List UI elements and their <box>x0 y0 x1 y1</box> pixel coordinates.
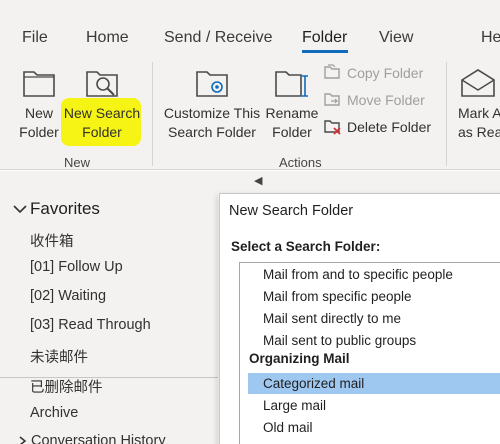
delete-folder-button[interactable]: Delete Folder <box>323 118 431 136</box>
nav-item-inbox[interactable]: 收件箱 <box>30 230 74 251</box>
tab-send-receive[interactable]: Send / Receive <box>164 29 273 47</box>
tab-help[interactable]: He <box>481 29 500 47</box>
list-item[interactable]: Old mail <box>263 420 313 435</box>
tab-view[interactable]: View <box>379 29 413 47</box>
mark-all-as-read-label: Mark A as Rea <box>458 105 500 140</box>
group-label-new: New <box>64 155 91 170</box>
active-tab-indicator <box>302 50 348 53</box>
conversation-history-label: Conversation History <box>31 433 166 444</box>
ribbon-separator <box>446 62 447 166</box>
chevron-down-icon <box>13 205 27 214</box>
chevron-left-icon[interactable]: ◀ <box>254 174 262 187</box>
copy-folder-button[interactable]: Copy Folder <box>323 64 423 82</box>
search-folder-icon <box>86 71 118 97</box>
move-folder-label: Move Folder <box>347 92 425 108</box>
delete-folder-label: Delete Folder <box>347 119 432 135</box>
move-folder-icon <box>324 93 340 106</box>
chevron-right-icon <box>19 436 27 444</box>
rename-folder-button[interactable]: Rename Folder <box>264 66 320 142</box>
folder-icon <box>23 71 55 97</box>
nav-item-follow-up[interactable]: [01] Follow Up <box>30 259 123 275</box>
ribbon-tab-bar: File Home Send / Receive Folder View He <box>0 0 500 58</box>
delete-folder-icon <box>324 120 341 135</box>
list-item[interactable]: Mail from specific people <box>263 289 412 304</box>
new-folder-button[interactable]: New Folder <box>14 66 64 142</box>
copy-folder-label: Copy Folder <box>347 65 424 81</box>
dialog-title: New Search Folder <box>229 203 354 219</box>
customize-search-folder-button[interactable]: Customize This Search Folder <box>162 66 262 142</box>
customize-search-folder-label: Customize This Search Folder <box>163 105 261 140</box>
move-folder-button[interactable]: Move Folder <box>323 91 425 109</box>
nav-item-waiting[interactable]: [02] Waiting <box>30 288 106 304</box>
dialog-prompt: Select a Search Folder: <box>231 239 381 254</box>
nav-item-deleted-items[interactable]: 已删除邮件 <box>30 376 103 397</box>
new-folder-label: New Folder <box>19 105 59 140</box>
list-item[interactable]: Large mail <box>263 398 326 413</box>
envelope-icon <box>461 69 495 97</box>
copy-folder-icon <box>324 64 340 79</box>
folder-settings-icon <box>196 71 228 97</box>
group-label-actions: Actions <box>279 155 322 170</box>
pane-collapse-bar <box>0 171 500 193</box>
mark-all-as-read-button[interactable]: Mark A as Rea <box>458 66 500 142</box>
list-item[interactable]: Mail from and to specific people <box>263 267 453 282</box>
list-group-header: Organizing Mail <box>249 351 350 366</box>
list-item[interactable]: Mail sent to public groups <box>263 333 416 348</box>
tab-home[interactable]: Home <box>86 29 129 47</box>
favorites-header[interactable]: Favorites <box>12 199 100 219</box>
list-item[interactable]: Mail sent directly to me <box>263 311 401 326</box>
favorites-label: Favorites <box>30 199 100 218</box>
rename-folder-label: Rename Folder <box>265 105 319 140</box>
new-search-folder-label: New Search Folder <box>63 105 141 140</box>
nav-item-conversation-history[interactable]: Conversation History <box>18 433 166 444</box>
list-item-selected[interactable]: Categorized mail <box>263 376 364 391</box>
nav-item-read-through[interactable]: [03] Read Through <box>30 317 151 333</box>
tab-file[interactable]: File <box>22 29 48 47</box>
new-search-folder-button[interactable]: New Search Folder <box>62 66 142 142</box>
nav-item-unread-mail[interactable]: 未读邮件 <box>30 346 88 367</box>
ribbon-separator <box>152 62 153 166</box>
nav-item-archive[interactable]: Archive <box>30 405 78 421</box>
tab-folder[interactable]: Folder <box>302 29 347 47</box>
rename-folder-icon <box>275 71 308 97</box>
